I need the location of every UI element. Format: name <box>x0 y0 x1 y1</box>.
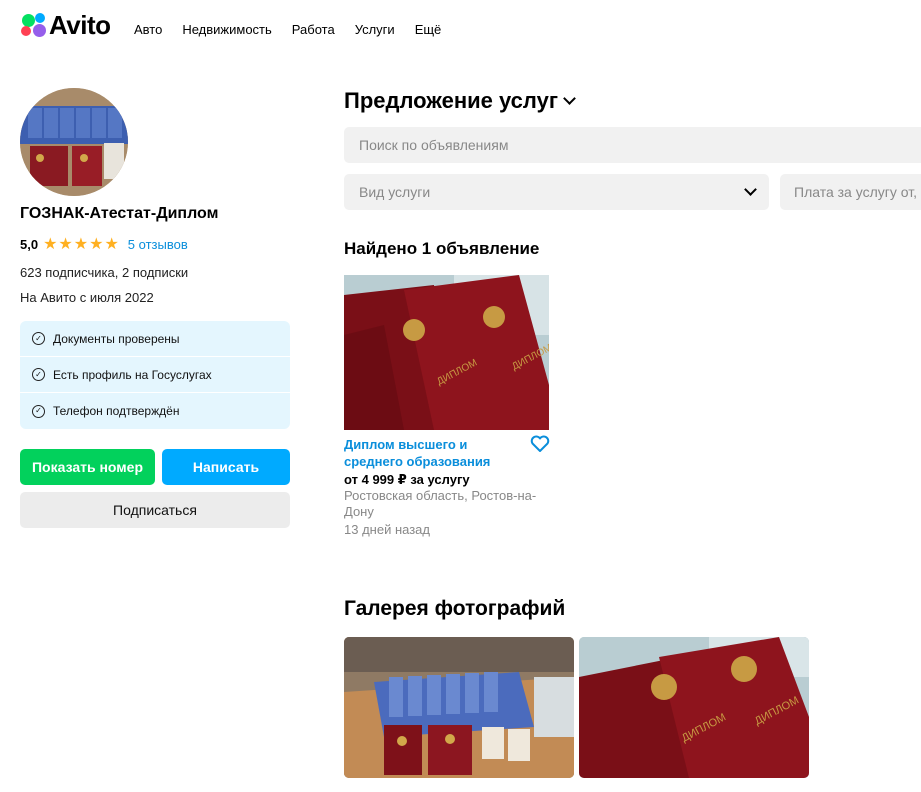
seller-avatar <box>20 88 128 196</box>
avito-logo[interactable]: Avito <box>20 12 111 38</box>
search-input[interactable] <box>344 127 921 163</box>
rating-value: 5,0 <box>20 236 39 252</box>
service-type-select[interactable]: Вид услуги <box>344 174 769 210</box>
write-message-button[interactable]: Написать <box>162 449 290 485</box>
check-circle-icon: ✓ <box>32 332 45 345</box>
verification-item: ✓ Телефон подтверждён <box>20 393 290 429</box>
service-type-label: Вид услуги <box>359 184 431 200</box>
nav-item-auto[interactable]: Авто <box>134 22 162 37</box>
top-nav: Авто Недвижимость Работа Услуги Ещё <box>134 22 461 37</box>
member-since: На Авито с июля 2022 <box>20 290 154 305</box>
gallery-title: Галерея фотографий <box>344 597 566 620</box>
verification-list: ✓ Документы проверены ✓ Есть профиль на … <box>20 321 290 429</box>
logo-dots-icon <box>20 12 48 38</box>
header: Avito Авто Недвижимость Работа Услуги Ещ… <box>0 0 921 58</box>
nav-item-jobs[interactable]: Работа <box>292 22 335 37</box>
seller-name: ГОЗНАК-Атестат-Диплом <box>20 205 219 222</box>
nav-item-realty[interactable]: Недвижимость <box>182 22 271 37</box>
subscriber-count[interactable]: 623 подписчика, 2 подписки <box>20 265 188 280</box>
verification-label: Телефон подтверждён <box>53 404 180 418</box>
listing-price: от 4 999 ₽ за услугу <box>344 472 470 487</box>
reviews-link[interactable]: 5 отзывов <box>128 237 188 252</box>
listing-title-link[interactable]: Диплом высшего и среднего образования <box>344 436 514 470</box>
page-title: Предложение услуг <box>344 88 558 113</box>
subscribe-button[interactable]: Подписаться <box>20 492 290 528</box>
listing-image[interactable]: ДИПЛОМ ДИПЛОМ <box>344 275 549 430</box>
verification-label: Документы проверены <box>53 331 180 346</box>
verification-label: Есть профиль на Госуслугах <box>53 367 212 382</box>
rating-row: 5,0 ★★★★★ 5 отзывов <box>20 234 188 254</box>
verification-item: ✓ Есть профиль на Госуслугах <box>20 357 290 393</box>
show-phone-button[interactable]: Показать номер <box>20 449 155 485</box>
chevron-down-icon <box>563 92 576 105</box>
check-circle-icon: ✓ <box>32 368 45 381</box>
logo-text: Avito <box>49 10 111 40</box>
listing-location: Ростовская область, Ростов-на-Дону <box>344 488 537 519</box>
price-from-input[interactable] <box>780 174 921 210</box>
listing-date: 13 дней назад <box>344 522 430 537</box>
results-count: Найдено 1 объявление <box>344 239 540 258</box>
nav-item-services[interactable]: Услуги <box>355 22 395 37</box>
chevron-down-icon <box>744 183 757 196</box>
check-circle-icon: ✓ <box>32 404 45 418</box>
services-dropdown[interactable]: Предложение услуг <box>344 88 576 114</box>
gallery-photo[interactable]: ДИПЛОМ ДИПЛОМ <box>579 637 809 778</box>
heart-icon[interactable] <box>530 435 550 453</box>
nav-item-more[interactable]: Ещё <box>415 22 442 37</box>
rating-stars-icon: ★★★★★ <box>43 236 120 253</box>
verification-item: ✓ Документы проверены <box>20 321 290 357</box>
gallery-photo[interactable] <box>344 637 574 778</box>
